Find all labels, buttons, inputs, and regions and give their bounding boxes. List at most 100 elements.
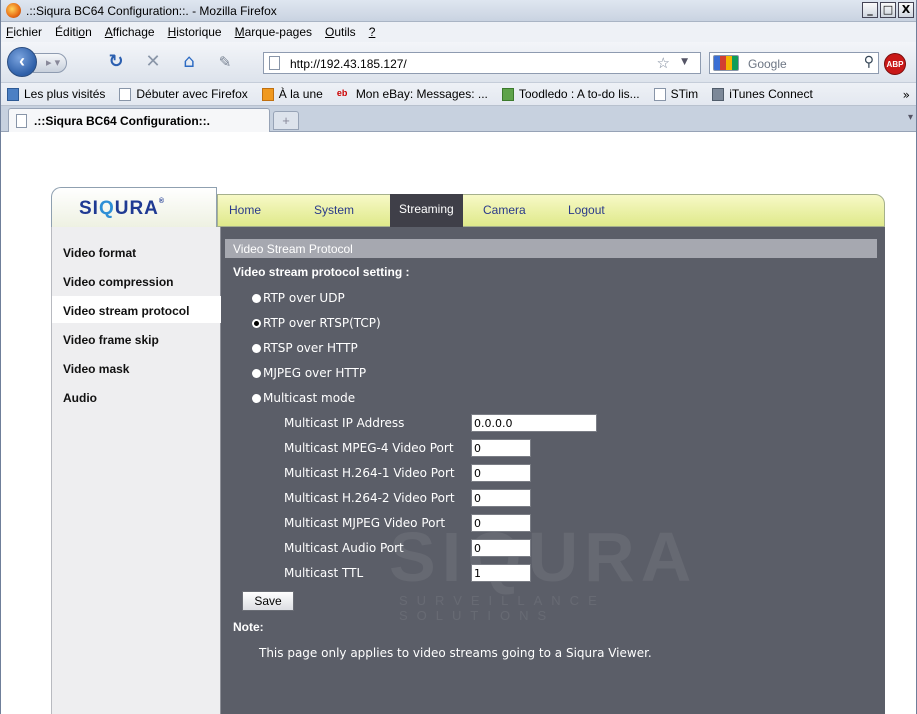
field-label: Multicast MJPEG Video Port: [284, 516, 446, 530]
radio-label: RTP over UDP: [263, 291, 345, 305]
browser-tab[interactable]: .::Siqura BC64 Configuration::.: [8, 108, 270, 132]
radio-button[interactable]: [252, 393, 261, 403]
multicast-h264-1-port-input[interactable]: 0: [471, 464, 531, 482]
note-text: This page only applies to video streams …: [259, 646, 652, 660]
nav-system[interactable]: System: [314, 203, 354, 217]
sidebar-item-video-frame-skip[interactable]: Video frame skip: [52, 325, 221, 352]
field-label: Multicast Audio Port: [284, 541, 404, 555]
radio-button[interactable]: [252, 293, 261, 303]
radio-label: Multicast mode: [263, 391, 356, 405]
field-label: Multicast IP Address: [284, 416, 405, 430]
bookmark-label: À la une: [278, 87, 323, 101]
menu-label: istorique: [176, 25, 222, 39]
menu-edition[interactable]: Édition: [55, 25, 92, 39]
menu-accesskey: O: [325, 25, 335, 39]
radio-rtp-rtsp-tcp[interactable]: RTP over RTSP(TCP): [252, 316, 381, 330]
adblock-icon[interactable]: ABP: [884, 53, 906, 75]
close-button[interactable]: X: [898, 2, 914, 18]
page-icon: [269, 56, 280, 70]
tab-list-icon[interactable]: ▾: [908, 112, 913, 123]
minimize-button[interactable]: _: [862, 2, 878, 18]
forward-button[interactable]: ▸ ▾: [33, 53, 67, 73]
multicast-mpeg4-port-input[interactable]: 0: [471, 439, 531, 457]
bookmark-item[interactable]: eb Mon eBay: Messages: ...: [337, 87, 488, 101]
back-button[interactable]: ‹: [7, 47, 37, 77]
settings-panel: SIQURA SURVEILLANCE SOLUTIONS Video Stre…: [221, 227, 885, 714]
search-placeholder: Google: [748, 57, 787, 71]
multicast-audio-port-input[interactable]: 0: [471, 539, 531, 557]
radio-label: MJPEG over HTTP: [263, 366, 367, 380]
note-label: Note:: [233, 620, 264, 634]
stop-icon[interactable]: ✕: [142, 52, 164, 72]
url-text: http://192.43.185.127/: [290, 57, 407, 71]
multicast-ip-input[interactable]: 0.0.0.0: [471, 414, 597, 432]
siqura-logo: SIQURA®: [79, 198, 165, 220]
sidebar-item-video-stream-protocol[interactable]: Video stream protocol: [52, 296, 221, 323]
logo-part: SI: [79, 198, 99, 219]
radio-rtp-udp[interactable]: RTP over UDP: [252, 291, 345, 305]
reload-icon[interactable]: ↻: [105, 52, 127, 72]
most-visited-icon: [7, 87, 19, 101]
logo-part: Q: [98, 198, 115, 219]
logo: SIQURA®: [51, 187, 217, 227]
bookmark-item[interactable]: Toodledo : A to-do lis...: [501, 87, 640, 101]
nav-logout[interactable]: Logout: [568, 203, 605, 217]
radio-mjpeg-http[interactable]: MJPEG over HTTP: [252, 366, 366, 380]
nav-home[interactable]: Home: [229, 203, 261, 217]
menu-outils[interactable]: Outils: [325, 25, 356, 39]
multicast-h264-2-port-input[interactable]: 0: [471, 489, 531, 507]
sidebar-item-audio[interactable]: Audio: [52, 383, 221, 410]
menu-affichage[interactable]: Affichage: [105, 25, 155, 39]
menu-label: ichier: [13, 25, 43, 39]
page-content: SIQURA® Home System Streaming Camera Log…: [1, 132, 916, 714]
radio-rtsp-http[interactable]: RTSP over HTTP: [252, 341, 358, 355]
sidebar-item-video-compression[interactable]: Video compression: [52, 267, 221, 294]
bookmark-item[interactable]: À la une: [261, 87, 323, 101]
search-bar[interactable]: Google ⚲: [709, 52, 879, 74]
bookmark-label: STim: [670, 87, 699, 101]
bookmark-item[interactable]: STim: [653, 87, 699, 101]
menu-label: n: [85, 25, 92, 39]
save-button[interactable]: Save: [242, 591, 294, 611]
sidebar: Video format Video compression Video str…: [51, 227, 221, 714]
bookmark-item[interactable]: Débuter avec Firefox: [119, 87, 248, 101]
nav-camera[interactable]: Camera: [483, 203, 526, 217]
bookmark-item[interactable]: Les plus visités: [7, 87, 105, 101]
url-bar[interactable]: http://192.43.185.127/ ☆ ▼: [263, 52, 701, 74]
menu-fichier[interactable]: Fichier: [6, 25, 42, 39]
home-icon[interactable]: ⌂: [178, 52, 200, 72]
menu-accesskey: H: [167, 25, 177, 39]
logo-part: URA: [114, 198, 159, 219]
title-bar: .::Siqura BC64 Configuration::. - Mozill…: [1, 0, 916, 22]
radio-multicast[interactable]: Multicast mode: [252, 391, 355, 405]
multicast-mjpeg-port-input[interactable]: 0: [471, 514, 531, 532]
multicast-ttl-input[interactable]: 1: [471, 564, 531, 582]
radio-button[interactable]: [252, 318, 261, 328]
bookmark-label: Mon eBay: Messages: ...: [355, 87, 488, 101]
bookmark-star-icon[interactable]: ☆: [657, 54, 670, 72]
sidebar-item-video-format[interactable]: Video format: [52, 238, 221, 265]
itunes-icon: [712, 87, 725, 101]
tools-icon[interactable]: ✎: [214, 52, 236, 72]
page-icon: [653, 87, 666, 101]
menu-help[interactable]: ?: [369, 25, 376, 39]
menu-accesskey: A: [104, 25, 113, 39]
bookmarks-toolbar: Les plus visités Débuter avec Firefox À …: [1, 82, 916, 106]
bookmark-item[interactable]: iTunes Connect: [712, 87, 813, 101]
nav-streaming[interactable]: Streaming: [390, 194, 463, 227]
bookmarks-overflow-icon[interactable]: »: [903, 88, 910, 102]
search-icon[interactable]: ⚲: [864, 54, 874, 70]
toodledo-icon: [501, 87, 514, 101]
sidebar-item-video-mask[interactable]: Video mask: [52, 354, 221, 381]
radio-button[interactable]: [252, 368, 261, 378]
new-tab-button[interactable]: +: [273, 111, 299, 130]
page-icon: [119, 87, 132, 101]
menu-marque-pages[interactable]: Marque-pages: [235, 25, 312, 39]
maximize-button[interactable]: □: [880, 2, 896, 18]
search-engine-icon[interactable]: [713, 55, 739, 71]
menu-accesskey: ?: [368, 25, 376, 39]
radio-button[interactable]: [252, 343, 261, 353]
url-dropdown-icon[interactable]: ▼: [681, 57, 688, 67]
rss-icon: [261, 87, 274, 101]
menu-historique[interactable]: Historique: [168, 25, 222, 39]
